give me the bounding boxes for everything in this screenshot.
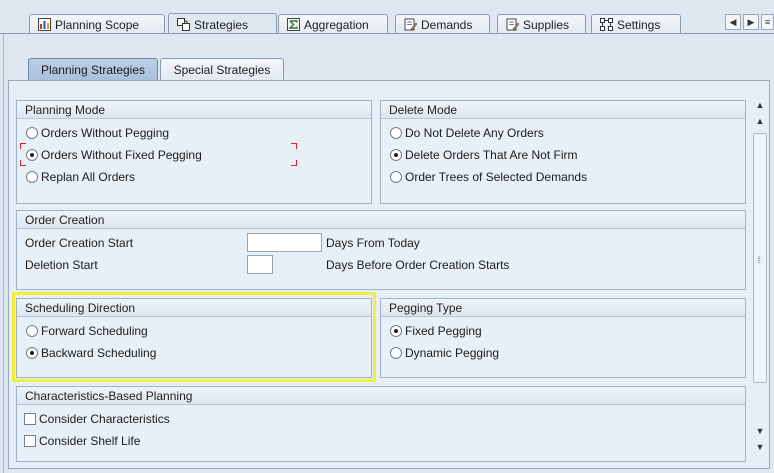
deletion-start-unit: Days Before Order Creation Starts [326,258,510,272]
tab-label: Supplies [523,17,570,32]
tab-planning-scope[interactable]: Planning Scope [29,14,165,34]
settings-tree-icon [600,18,613,31]
group-title: Characteristics-Based Planning [17,387,745,405]
bar-chart-icon [38,18,51,31]
strategy-icon [177,18,190,31]
checkbox[interactable] [24,413,36,425]
grip-icon: ⁞⁞ [757,255,761,265]
radio-button-selected[interactable] [26,149,38,161]
radio-label: Orders Without Pegging [41,126,170,140]
group-title: Delete Mode [381,101,745,119]
triangle-up-icon: ▲ [755,116,765,126]
deletion-start-label: Deletion Start [25,258,98,272]
triangle-left-icon: ◀ [729,17,737,27]
radio-dynamic-pegging[interactable]: Dynamic Pegging [390,344,499,362]
document-edit-icon [404,18,418,31]
sum-icon [287,18,300,31]
radio-orders-without-fixed-pegging[interactable]: Orders Without Fixed Pegging [26,146,202,164]
tab-scroll-right-button[interactable]: ▶ [743,14,759,30]
checkbox-consider-shelf-life[interactable]: Consider Shelf Life [24,432,140,450]
tab-demands[interactable]: Demands [395,14,490,34]
scroll-page-up-button[interactable]: ▲ [752,114,768,128]
radio-order-trees-selected-demands[interactable]: Order Trees of Selected Demands [390,168,587,186]
radio-button[interactable] [390,171,402,183]
order-creation-group: Order Creation [16,210,746,290]
deletion-start-input[interactable] [247,255,273,274]
radio-button-selected[interactable] [390,325,402,337]
checkbox-label: Consider Shelf Life [39,434,141,448]
tab-label: Demands [421,17,473,32]
tab-settings[interactable]: Settings [591,14,681,34]
group-title: Pegging Type [381,299,745,317]
order-creation-start-input[interactable] [247,233,322,252]
checkbox-label: Consider Characteristics [39,412,170,426]
radio-do-not-delete-any-orders[interactable]: Do Not Delete Any Orders [390,124,544,142]
tab-scroll-left-button[interactable]: ◀ [725,14,741,30]
radio-label: Dynamic Pegging [405,346,500,360]
tab-aggregation[interactable]: Aggregation [278,14,388,34]
checkbox[interactable] [24,435,36,447]
radio-fixed-pegging[interactable]: Fixed Pegging [390,322,482,340]
radio-button[interactable] [26,127,38,139]
subtab-label: Planning Strategies [40,62,146,77]
radio-delete-orders-not-firm[interactable]: Delete Orders That Are Not Firm [390,146,578,164]
triangle-right-icon: ▶ [747,17,755,27]
scroll-page-down-button[interactable]: ▼ [752,424,768,438]
tab-label: Settings [617,17,661,32]
radio-button-selected[interactable] [390,149,402,161]
group-title: Planning Mode [17,101,371,119]
top-tab-strip: Planning Scope Strategies Aggregation De… [0,0,774,35]
tab-label: Aggregation [304,17,369,32]
tab-strategies[interactable]: Strategies [168,13,277,35]
focus-corner-tl [20,143,26,149]
radio-button[interactable] [390,347,402,359]
radio-label: Orders Without Fixed Pegging [41,148,202,162]
radio-label: Delete Orders That Are Not Firm [405,148,578,162]
radio-label: Do Not Delete Any Orders [405,126,544,140]
scroll-up-button[interactable]: ▲ [752,98,768,112]
triangle-down-icon: ▼ [755,426,765,436]
tab-label: Strategies [194,17,249,32]
radio-replan-all-orders[interactable]: Replan All Orders [26,168,135,186]
tab-list-button[interactable]: ≡ [761,14,774,30]
subtab-planning-strategies[interactable]: Planning Strategies [28,58,158,80]
document-edit-icon [506,18,520,31]
scroll-down-button[interactable]: ▼ [752,440,768,454]
scheduling-direction-highlight [12,292,376,382]
triangle-up-icon: ▲ [755,100,765,110]
radio-orders-without-pegging[interactable]: Orders Without Pegging [26,124,169,142]
focus-corner-bl [20,160,26,166]
tab-label: Planning Scope [55,17,140,32]
tab-supplies[interactable]: Supplies [497,14,586,34]
radio-label: Fixed Pegging [405,324,482,338]
triangle-down-icon: ▼ [755,442,765,452]
subtab-label: Special Strategies [173,62,271,77]
group-title: Order Creation [17,211,745,229]
order-creation-start-unit: Days From Today [326,236,420,250]
radio-label: Replan All Orders [41,170,136,184]
focus-corner-tr [291,143,297,149]
subtab-special-strategies[interactable]: Special Strategies [160,58,284,80]
radio-label: Order Trees of Selected Demands [405,170,588,184]
list-icon: ≡ [764,17,771,27]
order-creation-start-label: Order Creation Start [25,236,134,250]
radio-button[interactable] [26,171,38,183]
radio-button[interactable] [390,127,402,139]
checkbox-consider-characteristics[interactable]: Consider Characteristics [24,410,170,428]
focus-corner-br [291,160,297,166]
